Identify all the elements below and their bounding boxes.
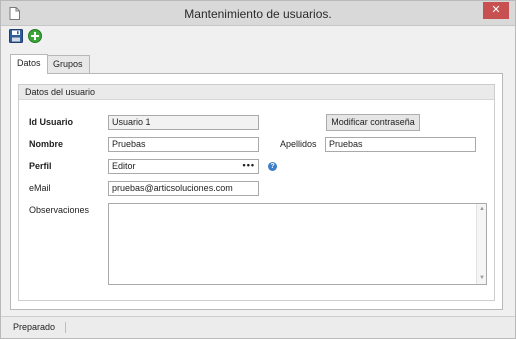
- app-window: Mantenimiento de usuarios. ✕ Datos Grupo…: [0, 0, 516, 339]
- perfil-field[interactable]: Editor •••: [108, 159, 259, 174]
- help-icon[interactable]: ?: [268, 162, 277, 171]
- nombre-field[interactable]: Pruebas: [108, 137, 259, 152]
- status-bar: Preparado: [1, 316, 515, 338]
- status-separator: [65, 322, 66, 333]
- nombre-label: Nombre: [29, 139, 64, 149]
- title-bar[interactable]: Mantenimiento de usuarios. ✕: [1, 1, 515, 26]
- tab-panel-datos: Datos del usuario Id Usuario Usuario 1 M…: [10, 73, 503, 310]
- observaciones-textarea[interactable]: ▲ ▼: [108, 203, 487, 285]
- close-button[interactable]: ✕: [483, 2, 509, 19]
- id-usuario-field[interactable]: Usuario 1: [108, 115, 259, 130]
- change-password-button[interactable]: Modificar contraseña: [326, 114, 420, 131]
- status-text: Preparado: [13, 322, 56, 332]
- id-usuario-label: Id Usuario: [29, 117, 74, 127]
- scroll-down-icon[interactable]: ▼: [477, 274, 487, 283]
- save-button[interactable]: [9, 29, 23, 43]
- apellidos-field[interactable]: Pruebas: [325, 137, 476, 152]
- perfil-value: Editor: [112, 161, 136, 171]
- window-title: Mantenimiento de usuarios.: [184, 7, 332, 21]
- floppy-disk-icon: [9, 29, 23, 43]
- add-button[interactable]: [28, 29, 42, 43]
- apellidos-label: Apellidos: [280, 139, 317, 149]
- textarea-scrollbar[interactable]: ▲ ▼: [476, 204, 486, 284]
- scroll-up-icon[interactable]: ▲: [477, 205, 487, 214]
- email-label: eMail: [29, 183, 51, 193]
- tab-grupos[interactable]: Grupos: [46, 55, 90, 73]
- ellipsis-icon[interactable]: •••: [243, 160, 255, 172]
- add-circle-icon: [28, 29, 42, 43]
- perfil-label: Perfil: [29, 161, 52, 171]
- observaciones-label: Observaciones: [29, 205, 90, 215]
- close-icon: ✕: [491, 4, 501, 16]
- tab-datos[interactable]: Datos: [10, 54, 48, 74]
- email-field[interactable]: pruebas@articsoluciones.com: [108, 181, 259, 196]
- group-title: Datos del usuario: [19, 85, 494, 100]
- user-data-group: Datos del usuario Id Usuario Usuario 1 M…: [18, 84, 495, 301]
